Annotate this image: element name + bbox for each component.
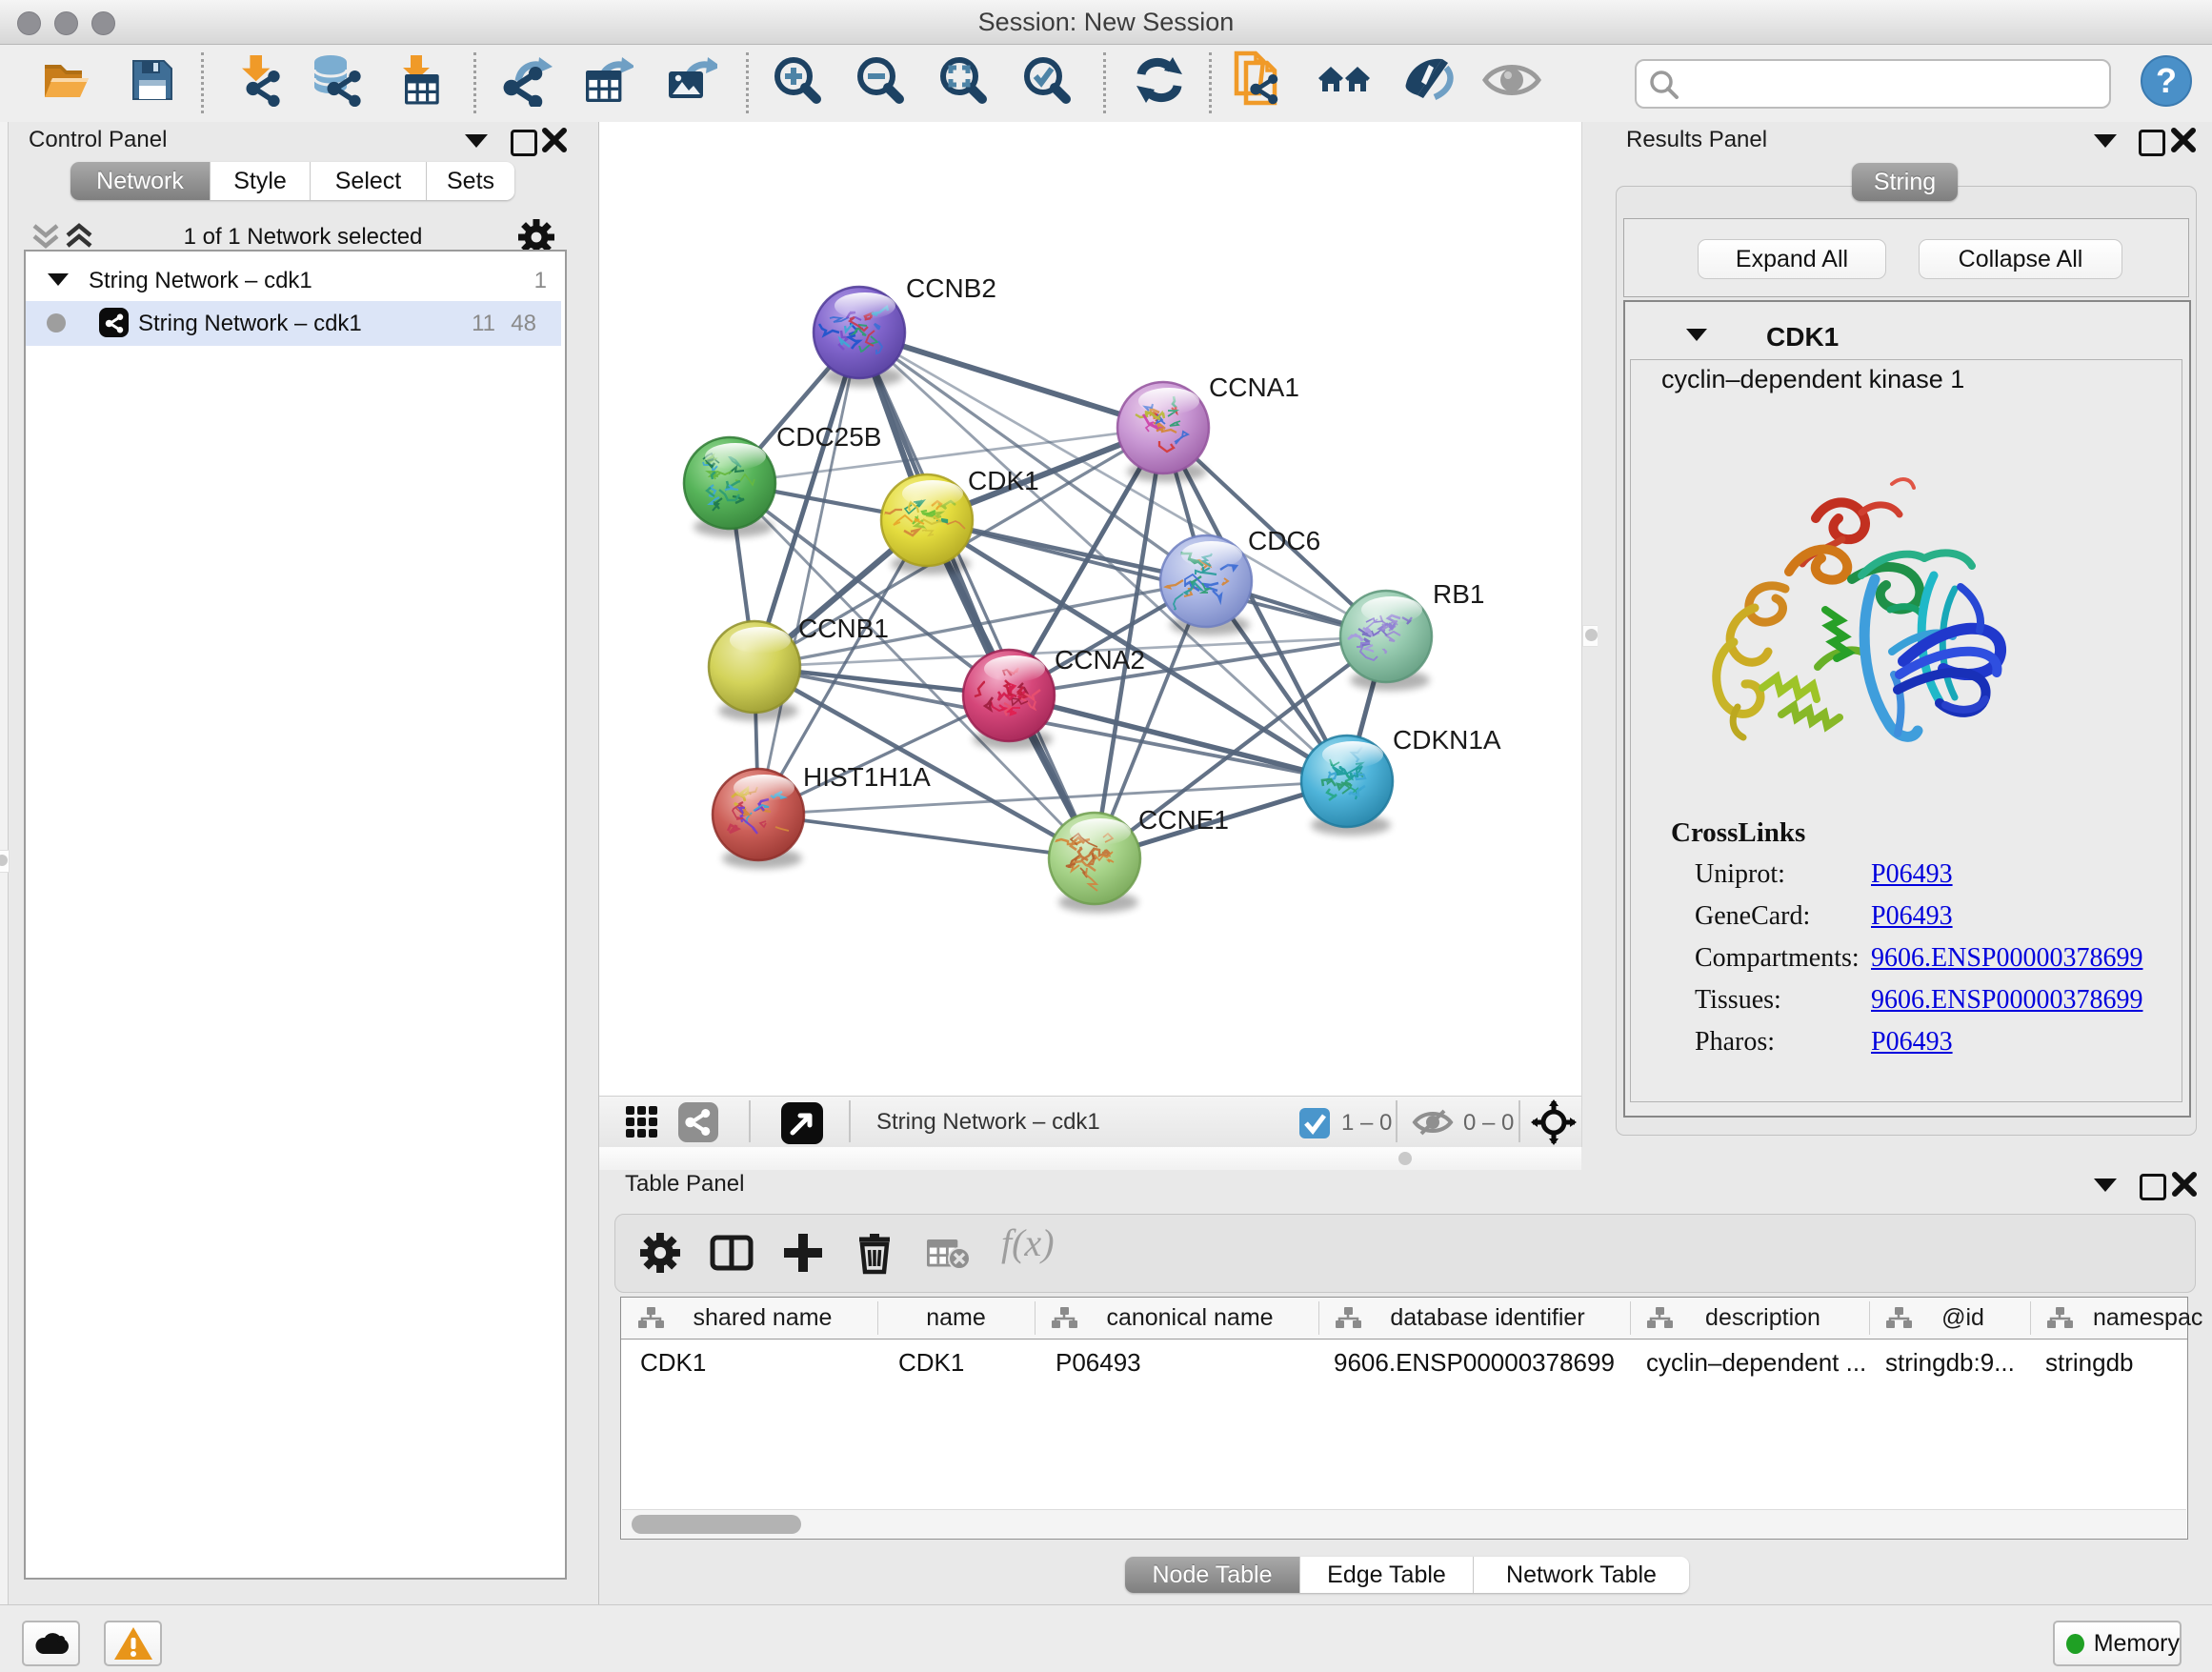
svg-text:CCNE1: CCNE1: [1138, 805, 1229, 835]
svg-text:CDC25B: CDC25B: [776, 422, 881, 452]
svg-text:CCNA2: CCNA2: [1055, 645, 1145, 675]
svg-text:CDKN1A: CDKN1A: [1393, 725, 1501, 755]
svg-text:CDK1: CDK1: [968, 466, 1039, 495]
svg-text:RB1: RB1: [1433, 579, 1484, 609]
svg-text:CDC6: CDC6: [1248, 526, 1320, 555]
svg-text:?: ?: [2156, 61, 2177, 100]
svg-text:CCNB1: CCNB1: [798, 614, 889, 643]
svg-text:CCNA1: CCNA1: [1209, 373, 1299, 402]
svg-text:CCNB2: CCNB2: [906, 273, 996, 303]
svg-text:HIST1H1A: HIST1H1A: [803, 762, 931, 792]
